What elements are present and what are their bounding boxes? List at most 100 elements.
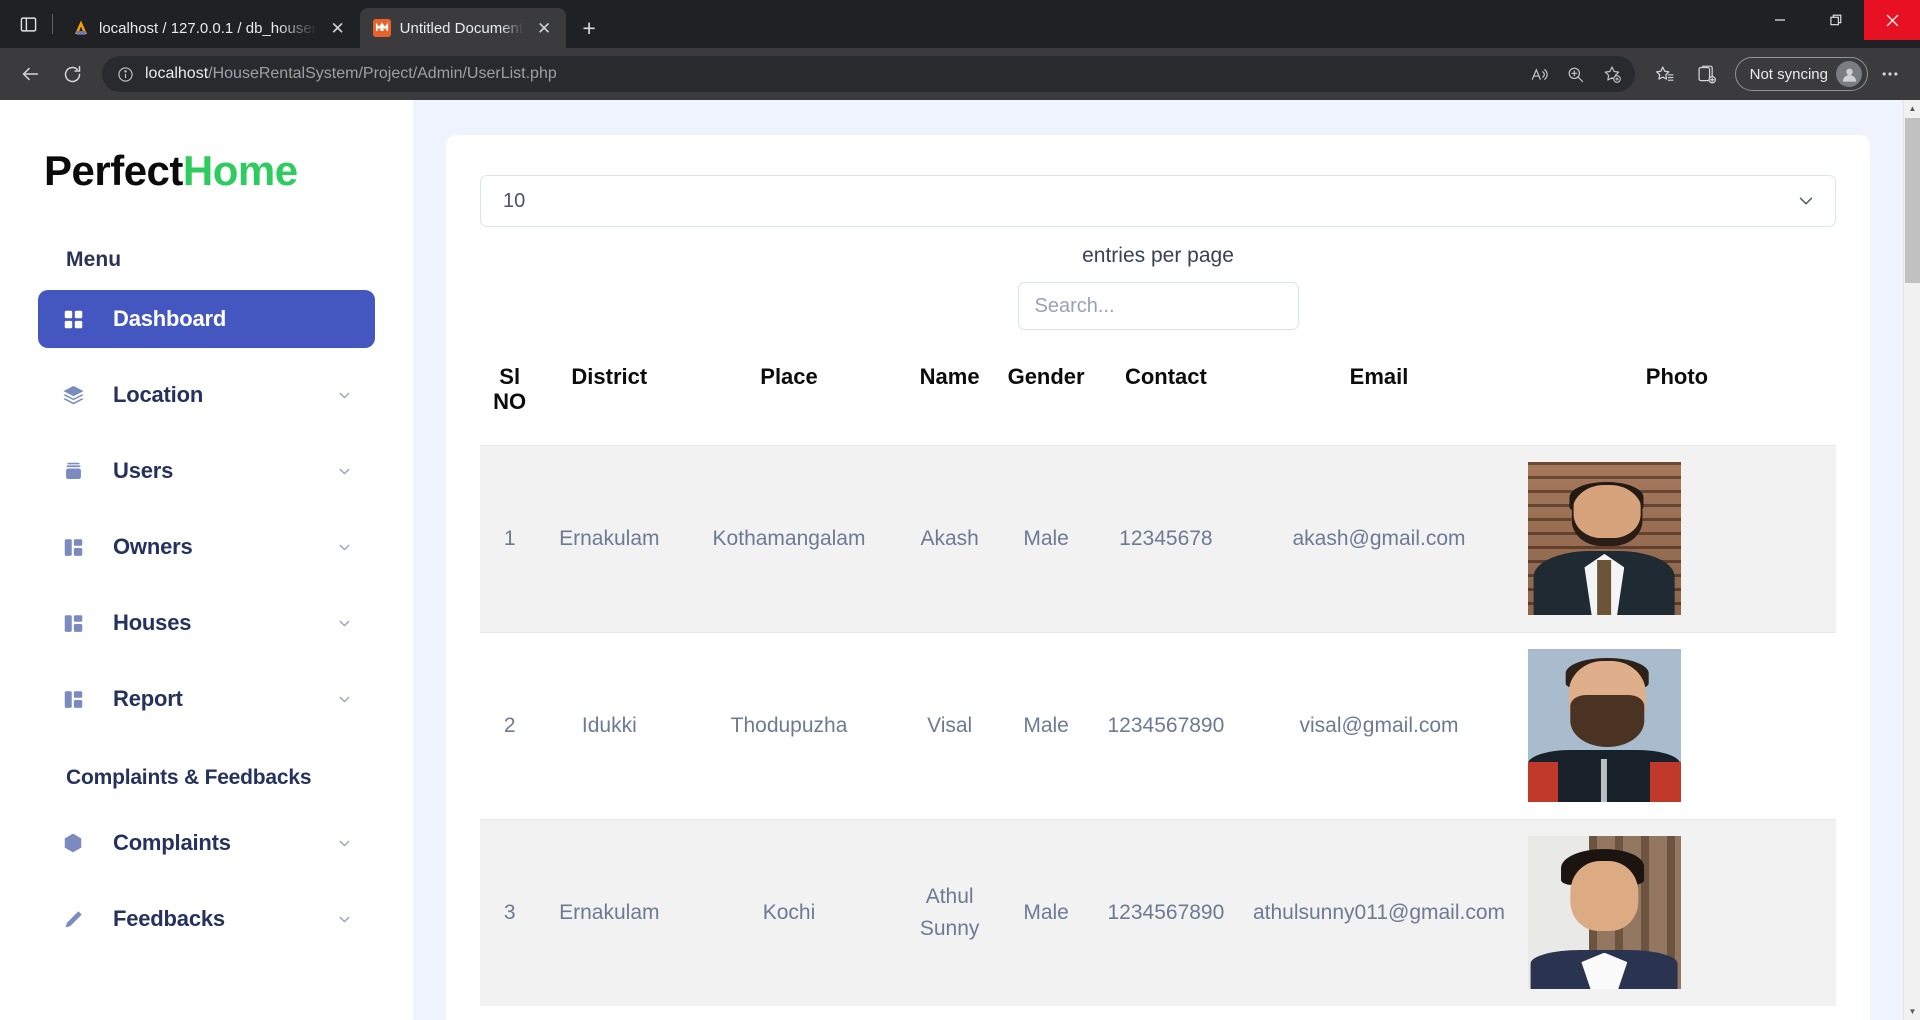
tab-strip: localhost / 127.0.0.1 / db_houser ✕ Unti…: [0, 0, 1920, 48]
zoom-icon[interactable]: [1559, 57, 1593, 91]
scroll-down-icon[interactable]: ▼: [1904, 1003, 1920, 1020]
search-row: [480, 268, 1836, 330]
add-favorite-icon[interactable]: [1595, 57, 1629, 91]
sidebar-item-report[interactable]: Report: [38, 670, 375, 728]
table-row[interactable]: 1 Ernakulam Kothamangalam Akash Male 123…: [480, 445, 1836, 633]
sidebar-item-label: Complaints: [113, 830, 231, 856]
table-header-row: Sl NO District Place Name Gender Contact…: [480, 346, 1836, 445]
chevron-down-icon[interactable]: [336, 463, 353, 480]
scroll-up-icon[interactable]: ▲: [1904, 100, 1920, 117]
chevron-down-icon[interactable]: [336, 387, 353, 404]
tab-strip-left: [0, 0, 59, 48]
cell-contact: 12345678: [1119, 526, 1213, 550]
address-bar-url[interactable]: localhost/HouseRentalSystem/Project/Admi…: [136, 65, 1523, 83]
profile-label: Not syncing: [1749, 65, 1828, 83]
brand-logo[interactable]: PerfectHome: [0, 100, 413, 194]
column-header-email[interactable]: Email: [1240, 346, 1518, 445]
address-bar-actions: [1523, 57, 1629, 91]
tab-list: localhost / 127.0.0.1 / db_houser ✕ Unti…: [59, 0, 606, 48]
column-header-name[interactable]: Name: [899, 346, 1001, 445]
user-photo: [1527, 462, 1681, 616]
entries-per-page-select[interactable]: 10: [480, 175, 1836, 227]
tab-search-icon[interactable]: [10, 6, 46, 42]
maximize-restore-button[interactable]: [1808, 0, 1864, 40]
sidebar-item-houses[interactable]: Houses: [38, 594, 375, 652]
site-info-icon[interactable]: [114, 63, 136, 85]
cell-place: Thodupuzha: [730, 713, 848, 737]
new-tab-button[interactable]: +: [572, 11, 606, 45]
back-button[interactable]: [10, 54, 50, 94]
layout-icon: [60, 613, 86, 634]
column-header-place[interactable]: Place: [679, 346, 898, 445]
sidebar-item-label: Feedbacks: [113, 906, 225, 932]
address-bar[interactable]: localhost/HouseRentalSystem/Project/Admi…: [102, 56, 1635, 92]
close-icon[interactable]: ✕: [326, 16, 350, 40]
browser-settings-button[interactable]: [1870, 54, 1910, 94]
page-scrollbar[interactable]: ▲ ▼: [1903, 100, 1920, 1020]
browser-toolbar: localhost/HouseRentalSystem/Project/Admi…: [0, 48, 1920, 100]
column-header-sl-no[interactable]: Sl NO: [480, 346, 539, 445]
user-photo: [1527, 836, 1681, 990]
column-header-gender[interactable]: Gender: [1001, 346, 1092, 445]
collections-icon[interactable]: [1687, 54, 1727, 94]
sidebar-item-owners[interactable]: Owners: [38, 518, 375, 576]
table-row[interactable]: 3 Ernakulam Kochi Athul Sunny Male 12345…: [480, 819, 1836, 1007]
sidebar-section-complaints-feedbacks: Complaints & Feedbacks: [66, 766, 312, 790]
minimize-button[interactable]: [1752, 0, 1808, 40]
scrollbar-thumb[interactable]: [1905, 118, 1920, 283]
cell-contact: 1234567890: [1107, 901, 1225, 925]
page-viewport: PerfectHome Menu Dashboard Location User…: [0, 100, 1920, 1020]
cell-sl-no: 1: [503, 526, 516, 550]
photo-bearded-man-hoodie: [1527, 649, 1681, 803]
hexagon-icon: [60, 832, 86, 854]
sidebar-item-complaints[interactable]: Complaints: [38, 814, 375, 872]
sidebar: PerfectHome Menu Dashboard Location User…: [0, 100, 413, 1020]
browser-tab-untitled-document[interactable]: Untitled Document ✕: [359, 8, 567, 48]
table-row[interactable]: 2 Idukki Thodupuzha Visal Male 123456789…: [480, 632, 1836, 820]
pencil-icon: [60, 909, 86, 930]
chevron-down-icon[interactable]: [336, 691, 353, 708]
cell-district: Ernakulam: [559, 901, 660, 925]
read-aloud-icon[interactable]: [1523, 57, 1557, 91]
user-list-table: Sl NO District Place Name Gender Contact…: [480, 346, 1836, 1007]
cell-name: Akash: [920, 526, 979, 550]
sidebar-item-label: Report: [113, 686, 183, 712]
tab-strip-divider: [52, 14, 53, 34]
close-icon[interactable]: ✕: [532, 16, 556, 40]
column-header-photo[interactable]: Photo: [1518, 346, 1836, 445]
entries-per-page-label: entries per page: [1082, 244, 1234, 267]
table-head: Sl NO District Place Name Gender Contact…: [480, 346, 1836, 445]
entries-per-page-value: 10: [503, 189, 526, 212]
chevron-down-icon[interactable]: [1795, 190, 1817, 212]
favorites-icon[interactable]: [1645, 54, 1685, 94]
cell-name: Visal: [927, 713, 973, 737]
photo-young-man-navy-suit: [1527, 836, 1681, 990]
column-header-contact[interactable]: Contact: [1092, 346, 1240, 445]
chevron-down-icon[interactable]: [336, 615, 353, 632]
sidebar-item-users[interactable]: Users: [38, 442, 375, 500]
chevron-down-icon[interactable]: [336, 835, 353, 852]
web-page: PerfectHome Menu Dashboard Location User…: [0, 100, 1903, 1020]
sidebar-item-location[interactable]: Location: [38, 366, 375, 424]
window-close-button[interactable]: [1864, 0, 1920, 40]
cell-photo: [1518, 819, 1836, 1006]
sidebar-item-feedbacks[interactable]: Feedbacks: [38, 890, 375, 948]
photo-man-suit-wood-wall: [1527, 462, 1681, 616]
sidebar-item-label: Users: [113, 458, 174, 484]
layout-icon: [60, 689, 86, 710]
search-input[interactable]: [1017, 282, 1299, 330]
brand-part1: Perfect: [44, 147, 183, 194]
browser-window: localhost / 127.0.0.1 / db_houser ✕ Unti…: [0, 0, 1920, 1020]
cell-email: akash@gmail.com: [1292, 526, 1466, 550]
column-header-district[interactable]: District: [539, 346, 679, 445]
sidebar-item-label: Location: [113, 382, 204, 408]
cell-sl-no: 3: [503, 901, 516, 925]
chevron-down-icon[interactable]: [336, 539, 353, 556]
cell-district: Ernakulam: [559, 526, 660, 550]
chevron-down-icon[interactable]: [336, 911, 353, 928]
sidebar-item-dashboard[interactable]: Dashboard: [38, 290, 375, 349]
profile-button[interactable]: Not syncing: [1734, 57, 1868, 91]
menu-heading: Menu: [66, 248, 122, 272]
reload-button[interactable]: [52, 54, 92, 94]
browser-tab-phpmyadmin[interactable]: localhost / 127.0.0.1 / db_houser ✕: [59, 8, 360, 48]
